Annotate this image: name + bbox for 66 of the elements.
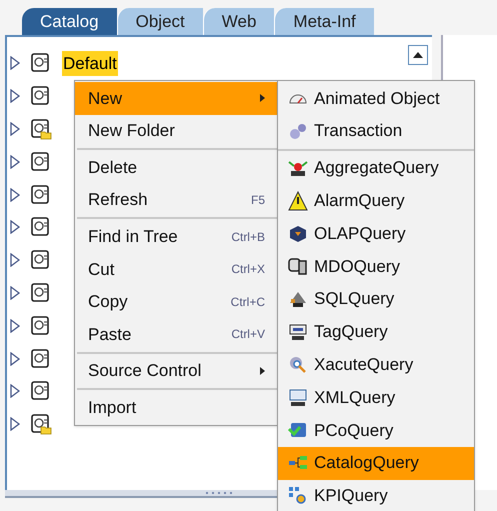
scroll-up-button[interactable] <box>408 45 428 65</box>
tab[interactable]: Meta-Inf <box>274 8 374 35</box>
menu-item[interactable]: Delete <box>75 151 277 184</box>
menu-item[interactable]: AggregateQuery <box>278 152 474 184</box>
expand-triangle-icon[interactable] <box>10 417 20 432</box>
menu-item[interactable]: Animated Object <box>278 82 474 115</box>
expand-triangle-icon[interactable] <box>10 89 20 104</box>
menu-item[interactable]: Source Control <box>75 354 277 388</box>
menu-item[interactable]: OLAPQuery <box>278 217 474 250</box>
folder-document-icon <box>30 118 52 140</box>
menu-item[interactable]: Cut Ctrl+X <box>75 252 277 286</box>
menu-item[interactable]: Copy Ctrl+C <box>75 286 277 318</box>
expand-triangle-icon[interactable] <box>10 56 20 70</box>
document-icon <box>30 348 52 370</box>
tag-icon <box>288 322 308 342</box>
up-arrow-icon <box>413 52 423 58</box>
expand-triangle-icon[interactable] <box>10 318 20 333</box>
grid-magnifier-icon <box>288 486 308 506</box>
grip-dots-icon <box>204 492 234 494</box>
expand-triangle-icon[interactable] <box>10 384 20 398</box>
expand-triangle-icon[interactable] <box>10 122 20 136</box>
menu-item[interactable]: CatalogQuery <box>278 446 474 480</box>
menu-item[interactable]: AlarmQuery <box>278 184 474 218</box>
menu-item[interactable]: New Folder <box>75 114 277 148</box>
menu-item[interactable]: New <box>75 82 277 115</box>
menu-item[interactable]: PCoQuery <box>278 414 474 447</box>
menu-item[interactable]: Paste Ctrl+V <box>75 318 277 351</box>
tab[interactable]: Catalog <box>22 8 117 35</box>
document-icon <box>30 52 52 74</box>
expand-triangle-icon[interactable] <box>10 220 20 234</box>
menu-item[interactable]: SQLQuery <box>278 282 474 316</box>
expand-triangle-icon[interactable] <box>10 286 20 300</box>
folder-document-icon <box>30 413 52 436</box>
document-icon <box>30 150 52 173</box>
menu-item[interactable]: Refresh F5 <box>75 184 277 216</box>
expand-triangle-icon[interactable] <box>10 352 20 366</box>
shortcut-label: Ctrl+B <box>231 228 265 246</box>
cube-icon <box>288 224 308 244</box>
warning-icon <box>288 190 308 211</box>
expand-triangle-icon[interactable] <box>10 188 20 202</box>
shortcut-label: Ctrl+V <box>231 326 265 344</box>
menu-item[interactable]: TagQuery <box>278 316 474 348</box>
document-icon <box>30 282 52 304</box>
document-icon <box>30 216 52 238</box>
document-icon <box>30 314 52 337</box>
menu-item[interactable]: XacuteQuery <box>278 348 474 382</box>
screen-icon <box>288 388 308 408</box>
document-icon <box>30 249 52 272</box>
menu-item[interactable]: Transaction <box>278 114 474 148</box>
document-icon <box>30 184 52 206</box>
expand-triangle-icon[interactable] <box>10 253 20 268</box>
menu-item[interactable]: Import <box>75 391 277 424</box>
tree-item[interactable]: Default <box>62 50 118 76</box>
menu-item[interactable]: KPIQuery <box>278 480 474 511</box>
menu-item[interactable]: XMLQuery <box>278 381 474 414</box>
shortcut-label: F5 <box>250 192 265 210</box>
menu-item[interactable]: MDOQuery <box>278 250 474 283</box>
tab[interactable]: Object <box>116 8 203 35</box>
tab[interactable]: Web <box>202 8 274 35</box>
document-icon <box>30 85 52 108</box>
menu-item[interactable]: Find in Tree Ctrl+B <box>75 220 277 253</box>
expand-triangle-icon[interactable] <box>10 154 20 169</box>
shortcut-label: Ctrl+X <box>231 261 265 278</box>
shortcut-label: Ctrl+C <box>230 294 265 311</box>
document-icon <box>30 380 52 402</box>
nodes-icon <box>288 455 308 472</box>
